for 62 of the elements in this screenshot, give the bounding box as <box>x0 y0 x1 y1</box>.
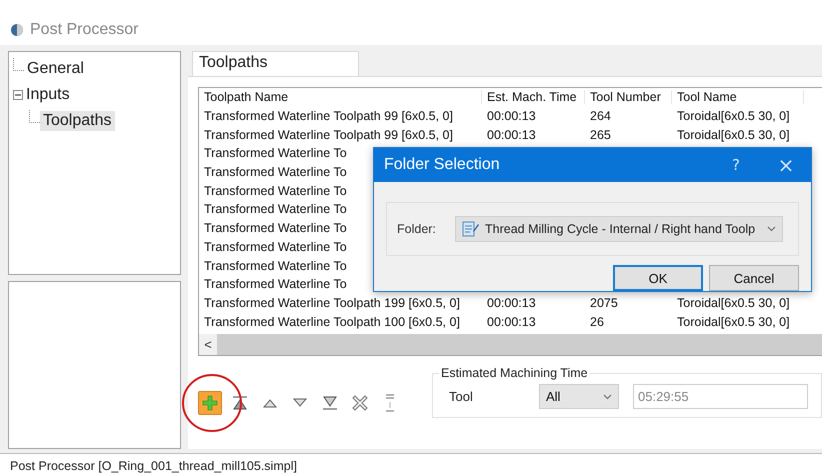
table-cell-text: Transformed Waterline To <box>203 146 347 160</box>
column-header[interactable]: Est. Mach. Time <box>482 90 585 104</box>
horizontal-scrollbar[interactable]: < <box>199 334 822 355</box>
table-cell-text: Transformed Waterline Toolpath 99 [6x0.5, 0] <box>203 128 454 142</box>
table-cell-text: Transformed Waterline To <box>203 202 347 216</box>
table-cell-text: 264 <box>589 109 612 124</box>
column-header[interactable]: Toolpath Name <box>199 90 482 104</box>
column-header[interactable]: Tool Number <box>585 90 672 104</box>
table-cell-text: Toroidal[6x0.5 30, 0] <box>676 128 791 142</box>
table-cell-text: Transformed Waterline To <box>203 184 347 198</box>
table-cell-text: 265 <box>589 128 612 142</box>
dialog-title: Folder Selection <box>384 156 501 174</box>
tree-item[interactable]: Inputs <box>23 85 73 105</box>
group-title: Estimated Machining Time <box>440 366 589 380</box>
tab[interactable]: Toolpaths <box>192 51 358 76</box>
move-bottom-icon <box>322 395 338 411</box>
delete-icon <box>352 395 368 411</box>
column-header[interactable]: Tool Name <box>672 90 804 104</box>
list-icon <box>385 393 395 413</box>
table-cell-text: Transformed Waterline To <box>203 221 347 236</box>
folder-label: Folder: <box>397 222 437 236</box>
table-cell-text: 00:00:13 <box>486 314 537 329</box>
table-cell-text: Transformed Waterline To <box>203 165 347 180</box>
table-cell-text: 26 <box>589 314 605 329</box>
table-cell-text: Transformed Waterline Toolpath 100 [6x0.5, 0] <box>203 314 461 329</box>
scroll-left-button[interactable]: < <box>199 334 217 355</box>
close-button[interactable]: × <box>761 152 811 178</box>
table-cell-text: Toroidal[6x0.5 30, 0] <box>676 314 791 329</box>
table-cell-text: Transformed Waterline To <box>203 277 347 292</box>
table-cell-text: Transformed Waterline Toolpath 199 [6x0.5, 0] <box>203 296 461 310</box>
chevron-icon <box>603 394 612 400</box>
tool-select[interactable]: All <box>539 384 619 409</box>
folder-select[interactable]: Thread Milling Cycle - Internal / Right hand Toolp <box>455 216 783 242</box>
dialog-button[interactable]: Cancel <box>709 265 799 291</box>
collapse-icon[interactable] <box>13 90 23 100</box>
tree-item[interactable]: General <box>24 59 87 79</box>
table-cell-text: Transformed Waterline To <box>203 240 347 254</box>
table-cell-text: Transformed Waterline To <box>203 258 347 273</box>
folder-value: Thread Milling Cycle - Internal / Right hand Toolp <box>485 222 756 236</box>
tree-item[interactable]: Toolpaths <box>40 111 114 131</box>
time-field[interactable]: 05:29:55 <box>633 384 808 409</box>
tool-label: Tool <box>449 389 474 404</box>
table-cell-text: Toroidal[6x0.5 30, 0] <box>676 296 791 310</box>
plus-icon <box>202 395 218 411</box>
help-button[interactable]: ? <box>711 155 761 176</box>
table-cell-text: 00:00:13 <box>486 109 537 124</box>
window-title: Post Processor <box>30 20 138 38</box>
highlight-circle <box>181 373 243 433</box>
status-text: Post Processor [O_Ring_001_thread_mill105.simpl] <box>10 459 297 473</box>
table-cell-text: Transformed Waterline Toolpath 99 [6x0.5, 0] <box>203 109 454 124</box>
down-triangle-icon <box>292 397 308 409</box>
move-top-icon <box>232 395 248 411</box>
dialog-button[interactable]: OK <box>613 265 703 291</box>
folder-document-icon <box>462 221 480 238</box>
chevron-icon <box>767 226 776 232</box>
tree-line <box>13 58 24 70</box>
table-cell-text: 2075 <box>589 296 619 310</box>
table-cell-text: 00:00:13 <box>486 296 537 310</box>
app-logo-icon <box>10 22 24 36</box>
up-triangle-icon <box>262 397 278 409</box>
table-cell-text: 00:00:13 <box>486 128 537 142</box>
table-cell-text: Toroidal[6x0.5 30, 0] <box>676 109 791 124</box>
